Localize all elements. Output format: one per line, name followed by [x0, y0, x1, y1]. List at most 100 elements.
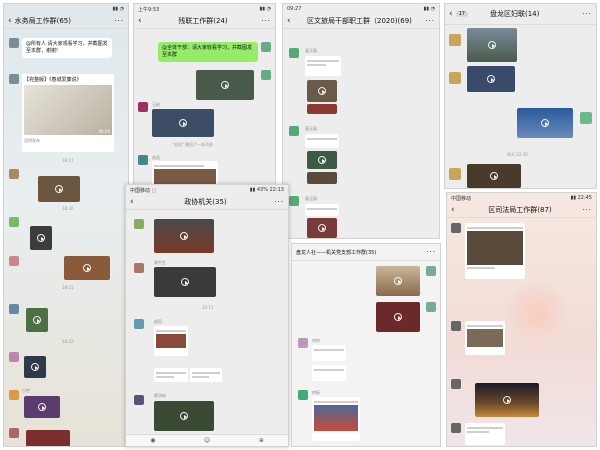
video-message[interactable]: [307, 218, 337, 238]
shared-video-card[interactable]: [465, 223, 525, 279]
voice-icon[interactable]: ◉: [150, 437, 155, 444]
back-arrow-icon[interactable]: ‹: [449, 9, 453, 19]
avatar[interactable]: [451, 379, 461, 389]
video-message[interactable]: [307, 104, 337, 114]
shared-video-card[interactable]: [312, 345, 346, 361]
avatar[interactable]: [289, 196, 299, 206]
video-message[interactable]: [24, 356, 46, 378]
avatar[interactable]: [138, 102, 148, 112]
avatar[interactable]: [449, 72, 461, 84]
avatar[interactable]: [451, 321, 461, 331]
avatar[interactable]: [9, 304, 19, 314]
back-arrow-icon[interactable]: ‹: [8, 16, 12, 26]
back-arrow-icon[interactable]: ‹: [130, 197, 134, 207]
shared-video-card[interactable]: [312, 397, 360, 441]
sender-name: 袁玉丽: [305, 48, 317, 53]
avatar[interactable]: [134, 219, 144, 229]
shared-video-card[interactable]: [305, 134, 339, 148]
avatar[interactable]: [261, 70, 271, 80]
video-message[interactable]: [517, 108, 573, 138]
avatar[interactable]: [289, 48, 299, 58]
video-message[interactable]: [307, 151, 337, 169]
avatar[interactable]: [138, 155, 148, 165]
video-message[interactable]: [467, 66, 515, 92]
more-options-icon[interactable]: ···: [426, 248, 436, 256]
more-options-icon[interactable]: ···: [274, 198, 284, 206]
avatar[interactable]: [9, 390, 19, 400]
video-message[interactable]: [30, 226, 52, 250]
more-options-icon[interactable]: ···: [114, 17, 124, 25]
more-options-icon[interactable]: ···: [261, 17, 271, 25]
shared-video-card[interactable]: [154, 326, 188, 356]
video-message[interactable]: [154, 401, 214, 431]
video-message[interactable]: [475, 383, 539, 417]
more-options-icon[interactable]: ···: [425, 17, 435, 25]
avatar[interactable]: [9, 352, 19, 362]
video-message[interactable]: [26, 430, 70, 446]
back-arrow-icon[interactable]: ‹: [287, 16, 291, 26]
carrier-name: 中国移动: [130, 187, 151, 194]
sender-name: 何昕: [312, 390, 320, 395]
avatar[interactable]: [9, 169, 19, 179]
message-bubble[interactable]: @全体干部：请大家收看学习，并截图发至本群: [158, 42, 258, 62]
chat-title: 盘龙区妇联(14): [489, 10, 540, 18]
shared-video-card[interactable]: [312, 365, 346, 381]
avatar[interactable]: [134, 263, 144, 273]
avatar[interactable]: [134, 395, 144, 405]
avatar[interactable]: [298, 390, 308, 400]
chat-title: 残联工作群(24): [178, 17, 228, 25]
video-message[interactable]: [467, 164, 521, 188]
avatar[interactable]: [451, 223, 461, 233]
video-message[interactable]: [26, 308, 48, 332]
video-message[interactable]: [152, 109, 214, 137]
chat-header: ‹ 17 盘龙区妇联(14) ···: [445, 4, 596, 25]
shared-video-card[interactable]: 【完整版】《春城爱廉说》 00:20 昆明发布: [22, 74, 114, 152]
back-arrow-icon[interactable]: ‹: [138, 16, 142, 26]
avatar[interactable]: [298, 338, 308, 348]
avatar[interactable]: [9, 256, 19, 266]
sender-name: 袁玉丽: [305, 196, 317, 201]
video-message[interactable]: [467, 28, 517, 62]
avatar[interactable]: [9, 74, 19, 84]
avatar[interactable]: [9, 38, 19, 48]
plus-icon[interactable]: ⊕: [259, 437, 264, 444]
sender-name: 颜华彬: [154, 393, 166, 398]
avatar[interactable]: [449, 34, 461, 46]
shared-video-card[interactable]: [465, 423, 505, 445]
emoji-icon[interactable]: ☺: [204, 437, 210, 444]
video-message[interactable]: [154, 219, 214, 253]
video-message[interactable]: [24, 396, 60, 418]
more-options-icon[interactable]: ···: [582, 10, 592, 18]
shared-video-card[interactable]: [305, 56, 341, 76]
input-toolbar: ◉ ☺ ⊕: [126, 434, 288, 446]
avatar[interactable]: [449, 168, 461, 180]
chat-title: 区文旅局干部职工群（2020)(69): [307, 17, 412, 25]
video-message[interactable]: [38, 176, 80, 202]
video-message[interactable]: [154, 267, 216, 297]
avatar[interactable]: [134, 319, 144, 329]
shared-video-card[interactable]: [465, 321, 505, 355]
message-time: 18:20: [62, 206, 74, 211]
back-arrow-icon[interactable]: ‹: [451, 205, 455, 215]
more-options-icon[interactable]: ···: [582, 206, 592, 214]
avatar[interactable]: [426, 302, 436, 312]
video-message[interactable]: [307, 80, 337, 102]
video-message[interactable]: [307, 172, 337, 184]
video-message[interactable]: [376, 266, 420, 296]
chat-header: ‹ 政协机关(35) ···: [126, 195, 288, 210]
avatar[interactable]: [289, 126, 299, 136]
shared-video-card[interactable]: [154, 368, 188, 382]
shared-video-card[interactable]: [305, 204, 339, 216]
avatar[interactable]: [580, 112, 592, 124]
avatar[interactable]: [261, 42, 271, 52]
video-message[interactable]: [64, 256, 110, 280]
shared-video-card[interactable]: [190, 368, 222, 382]
avatar[interactable]: [451, 423, 461, 433]
video-message[interactable]: [376, 302, 420, 332]
avatar[interactable]: [9, 428, 19, 438]
video-message[interactable]: [196, 70, 254, 100]
avatar[interactable]: [426, 266, 436, 276]
avatar[interactable]: [9, 217, 19, 227]
message-bubble[interactable]: @所有人 请大家观看学习，并截图发至本群，谢谢!: [22, 38, 112, 58]
unread-badge[interactable]: 17: [455, 11, 468, 17]
